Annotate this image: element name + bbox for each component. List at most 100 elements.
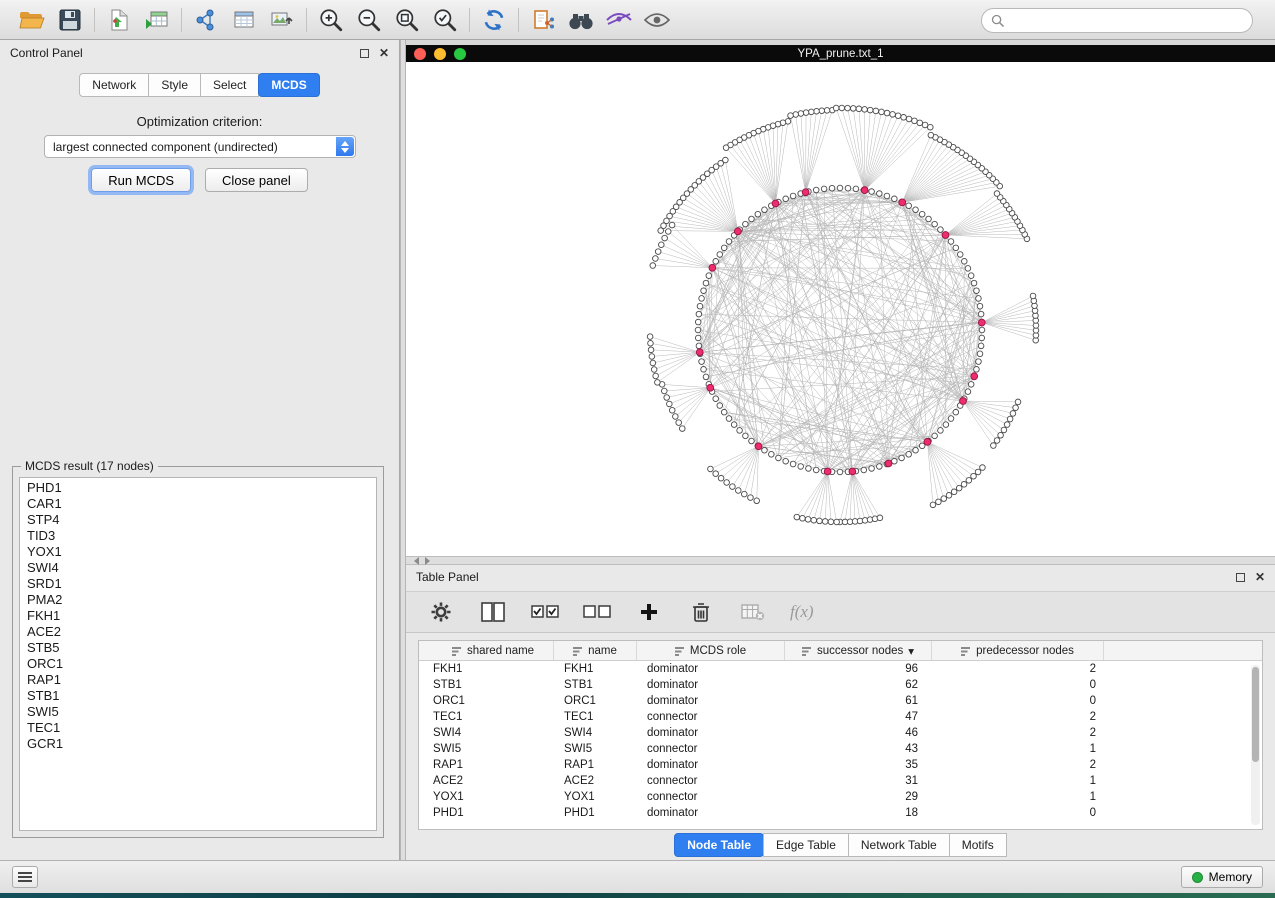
graph-node[interactable] xyxy=(834,519,840,525)
toolbar-search[interactable] xyxy=(981,8,1253,33)
graph-node[interactable] xyxy=(906,203,912,209)
graph-node[interactable] xyxy=(808,109,814,115)
graph-node[interactable] xyxy=(912,118,918,124)
graph-node[interactable] xyxy=(824,108,830,114)
graph-node[interactable] xyxy=(800,515,806,521)
graph-node[interactable] xyxy=(661,388,667,394)
network-canvas[interactable] xyxy=(406,62,1275,556)
graph-node[interactable] xyxy=(783,458,789,464)
graph-node[interactable] xyxy=(649,354,655,360)
graph-node[interactable] xyxy=(948,416,954,422)
network-canvas-svg[interactable] xyxy=(406,62,1275,556)
table-cell-successors[interactable]: 35 xyxy=(785,757,932,773)
graph-node[interactable] xyxy=(790,193,796,199)
graph-node[interactable] xyxy=(974,367,980,373)
mcds-result-item[interactable]: CAR1 xyxy=(20,496,376,512)
table-row[interactable]: FKH1FKH1dominator962 xyxy=(419,661,1262,677)
tab-mcds[interactable]: MCDS xyxy=(258,73,319,97)
delete-table-button[interactable] xyxy=(738,597,768,627)
graph-node[interactable] xyxy=(869,189,875,195)
mcds-result-item[interactable]: SRD1 xyxy=(20,576,376,592)
graph-node[interactable] xyxy=(927,124,933,130)
graph-node[interactable] xyxy=(845,185,851,191)
graph-node[interactable] xyxy=(805,517,811,523)
table-row[interactable]: TEC1TEC1connector472 xyxy=(419,709,1262,725)
table-cell-name[interactable]: YOX1 xyxy=(554,789,637,805)
graph-node[interactable] xyxy=(936,499,942,505)
zoom-window-button[interactable] xyxy=(454,48,466,60)
table-cell-successors[interactable]: 43 xyxy=(785,741,932,757)
graph-node[interactable] xyxy=(658,228,664,234)
graph-node[interactable] xyxy=(913,447,919,453)
graph-dominator-node[interactable] xyxy=(899,199,906,206)
mcds-result-item[interactable]: STP4 xyxy=(20,512,376,528)
table-cell-successors[interactable]: 29 xyxy=(785,789,932,805)
graph-node[interactable] xyxy=(941,496,947,502)
mcds-result-item[interactable]: ORC1 xyxy=(20,656,376,672)
graph-node[interactable] xyxy=(977,351,983,357)
graph-node[interactable] xyxy=(669,407,675,413)
column-header-shared-name[interactable]: shared name xyxy=(419,641,554,660)
graph-node[interactable] xyxy=(956,485,962,491)
table-cell-shared_name[interactable]: RAP1 xyxy=(419,757,554,773)
table-cell-predecessors[interactable]: 2 xyxy=(932,725,1104,741)
table-cell-name[interactable]: FKH1 xyxy=(554,661,637,677)
graph-node[interactable] xyxy=(794,514,800,520)
graph-node[interactable] xyxy=(978,343,984,349)
tab-network-table[interactable]: Network Table xyxy=(848,833,950,857)
graph-node[interactable] xyxy=(873,108,879,114)
network-table-button[interactable] xyxy=(229,5,259,35)
graph-node[interactable] xyxy=(803,110,809,116)
graph-node[interactable] xyxy=(961,482,967,488)
graph-node[interactable] xyxy=(991,443,997,449)
graph-node[interactable] xyxy=(721,245,727,251)
graph-node[interactable] xyxy=(948,239,954,245)
table-scrollbar-thumb[interactable] xyxy=(1252,667,1259,762)
table-cell-name[interactable]: STB1 xyxy=(554,677,637,693)
table-cell-role[interactable]: dominator xyxy=(637,693,785,709)
graph-node[interactable] xyxy=(951,489,957,495)
graph-node[interactable] xyxy=(667,401,673,407)
close-table-panel-icon[interactable]: ✕ xyxy=(1255,571,1265,583)
graph-node[interactable] xyxy=(717,252,723,258)
graph-node[interactable] xyxy=(748,495,754,501)
table-cell-successors[interactable]: 96 xyxy=(785,661,932,677)
graph-node[interactable] xyxy=(708,466,714,472)
table-cell-successors[interactable]: 18 xyxy=(785,805,932,821)
table-cell-role[interactable]: dominator xyxy=(637,677,785,693)
graph-node[interactable] xyxy=(938,428,944,434)
mcds-result-item[interactable]: SWI4 xyxy=(20,560,376,576)
splitter-collapse-left-icon[interactable] xyxy=(414,557,419,565)
graph-node[interactable] xyxy=(895,113,901,119)
mcds-result-item[interactable]: STB5 xyxy=(20,640,376,656)
graph-node[interactable] xyxy=(655,380,661,386)
graph-dominator-node[interactable] xyxy=(978,319,985,326)
graph-node[interactable] xyxy=(976,359,982,365)
graph-node[interactable] xyxy=(926,216,932,222)
tab-motifs[interactable]: Motifs xyxy=(949,833,1007,857)
graph-node[interactable] xyxy=(762,447,768,453)
select-all-columns-button[interactable] xyxy=(530,597,560,627)
table-cell-role[interactable]: connector xyxy=(637,789,785,805)
column-header-mcds-role[interactable]: MCDS role xyxy=(637,641,785,660)
graph-node[interactable] xyxy=(650,263,656,269)
mcds-result-item[interactable]: GCR1 xyxy=(20,736,376,752)
graph-dominator-node[interactable] xyxy=(734,228,741,235)
graph-node[interactable] xyxy=(648,340,654,346)
graph-node[interactable] xyxy=(817,518,823,524)
search-input[interactable] xyxy=(1010,14,1243,28)
tab-edge-table[interactable]: Edge Table xyxy=(763,833,849,857)
graph-node[interactable] xyxy=(793,112,799,118)
graph-node[interactable] xyxy=(961,259,967,265)
tab-select[interactable]: Select xyxy=(200,73,259,97)
graph-node[interactable] xyxy=(879,109,885,115)
table-cell-successors[interactable]: 61 xyxy=(785,693,932,709)
graph-node[interactable] xyxy=(971,280,977,286)
show-hide-button[interactable] xyxy=(642,5,672,35)
graph-node[interactable] xyxy=(979,327,985,333)
mcds-result-item[interactable]: RAP1 xyxy=(20,672,376,688)
table-cell-name[interactable]: TEC1 xyxy=(554,709,637,725)
zoom-out-button[interactable] xyxy=(354,5,384,35)
graph-node[interactable] xyxy=(806,466,812,472)
column-header-successor-nodes[interactable]: successor nodes ▾ xyxy=(785,641,932,660)
